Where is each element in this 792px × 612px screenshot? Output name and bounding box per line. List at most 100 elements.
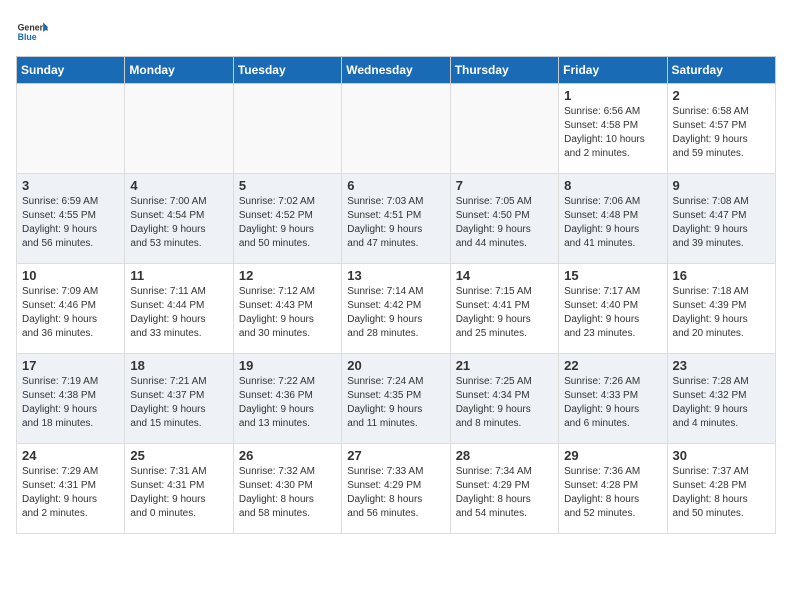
weekday-header-wednesday: Wednesday (342, 57, 450, 84)
day-number: 30 (673, 448, 770, 463)
day-info: Sunrise: 7:06 AM Sunset: 4:48 PM Dayligh… (564, 195, 661, 251)
day-info: Sunrise: 7:22 AM Sunset: 4:36 PM Dayligh… (239, 375, 336, 431)
weekday-header-monday: Monday (125, 57, 233, 84)
day-number: 24 (22, 448, 119, 463)
day-number: 11 (130, 268, 227, 283)
day-number: 22 (564, 358, 661, 373)
calendar-day-cell: 10Sunrise: 7:09 AM Sunset: 4:46 PM Dayli… (17, 264, 125, 354)
day-info: Sunrise: 7:32 AM Sunset: 4:30 PM Dayligh… (239, 465, 336, 521)
day-info: Sunrise: 7:29 AM Sunset: 4:31 PM Dayligh… (22, 465, 119, 521)
day-number: 5 (239, 178, 336, 193)
day-info: Sunrise: 6:56 AM Sunset: 4:58 PM Dayligh… (564, 105, 661, 161)
day-info: Sunrise: 7:14 AM Sunset: 4:42 PM Dayligh… (347, 285, 444, 341)
day-number: 20 (347, 358, 444, 373)
calendar-day-cell: 13 Sunrise: 7:14 AM Sunset: 4:42 PM Dayli… (342, 264, 450, 354)
logo-icon: General Blue (16, 16, 48, 48)
calendar-day-cell: 16 Sunrise: 7:18 AM Sunset: 4:39 PM Dayli… (667, 264, 775, 354)
calendar-day-cell: 15Sunrise: 7:17 AM Sunset: 4:40 PM Dayli… (559, 264, 667, 354)
calendar-day-cell: 26 Sunrise: 7:32 AM Sunset: 4:30 PM Dayli… (233, 444, 341, 534)
calendar-day-cell: 2Sunrise: 6:58 AM Sunset: 4:57 PM Daylig… (667, 84, 775, 174)
calendar-day-cell: 23 Sunrise: 7:28 AM Sunset: 4:32 PM Dayli… (667, 354, 775, 444)
day-info: Sunrise: 7:31 AM Sunset: 4:31 PM Dayligh… (130, 465, 227, 521)
day-number: 27 (347, 448, 444, 463)
calendar-week-row: 17 Sunrise: 7:19 AM Sunset: 4:38 PM Dayli… (17, 354, 776, 444)
day-info: Sunrise: 7:21 AM Sunset: 4:37 PM Dayligh… (130, 375, 227, 431)
calendar-day-cell: 18 Sunrise: 7:21 AM Sunset: 4:37 PM Dayli… (125, 354, 233, 444)
calendar-day-cell: 24 Sunrise: 7:29 AM Sunset: 4:31 PM Dayli… (17, 444, 125, 534)
day-number: 18 (130, 358, 227, 373)
calendar-day-cell: 28 Sunrise: 7:34 AM Sunset: 4:29 PM Dayli… (450, 444, 558, 534)
page-header: General Blue (16, 16, 776, 48)
day-info: Sunrise: 7:37 AM Sunset: 4:28 PM Dayligh… (673, 465, 770, 521)
day-number: 17 (22, 358, 119, 373)
weekday-header-thursday: Thursday (450, 57, 558, 84)
day-number: 28 (456, 448, 553, 463)
calendar-week-row: 24 Sunrise: 7:29 AM Sunset: 4:31 PM Dayli… (17, 444, 776, 534)
weekday-header-sunday: Sunday (17, 57, 125, 84)
day-number: 12 (239, 268, 336, 283)
day-number: 10 (22, 268, 119, 283)
calendar-day-cell: 14Sunrise: 7:15 AM Sunset: 4:41 PM Dayli… (450, 264, 558, 354)
calendar-day-cell: 6 Sunrise: 7:03 AM Sunset: 4:51 PM Daylig… (342, 174, 450, 264)
weekday-header-tuesday: Tuesday (233, 57, 341, 84)
day-number: 9 (673, 178, 770, 193)
day-info: Sunrise: 7:11 AM Sunset: 4:44 PM Dayligh… (130, 285, 227, 341)
day-info: Sunrise: 7:02 AM Sunset: 4:52 PM Dayligh… (239, 195, 336, 251)
day-info: Sunrise: 7:12 AM Sunset: 4:43 PM Dayligh… (239, 285, 336, 341)
calendar-day-cell: 4 Sunrise: 7:00 AM Sunset: 4:54 PM Daylig… (125, 174, 233, 264)
day-info: Sunrise: 6:59 AM Sunset: 4:55 PM Dayligh… (22, 195, 119, 251)
calendar-day-cell: 3 Sunrise: 6:59 AM Sunset: 4:55 PM Daylig… (17, 174, 125, 264)
calendar-day-cell: 30 Sunrise: 7:37 AM Sunset: 4:28 PM Dayli… (667, 444, 775, 534)
day-number: 15 (564, 268, 661, 283)
day-info: Sunrise: 7:03 AM Sunset: 4:51 PM Dayligh… (347, 195, 444, 251)
day-info: Sunrise: 7:34 AM Sunset: 4:29 PM Dayligh… (456, 465, 553, 521)
day-number: 6 (347, 178, 444, 193)
day-info: Sunrise: 7:18 AM Sunset: 4:39 PM Dayligh… (673, 285, 770, 341)
day-number: 21 (456, 358, 553, 373)
calendar-week-row: 10Sunrise: 7:09 AM Sunset: 4:46 PM Dayli… (17, 264, 776, 354)
calendar-week-row: 3 Sunrise: 6:59 AM Sunset: 4:55 PM Daylig… (17, 174, 776, 264)
day-number: 13 (347, 268, 444, 283)
day-number: 8 (564, 178, 661, 193)
day-info: Sunrise: 7:26 AM Sunset: 4:33 PM Dayligh… (564, 375, 661, 431)
calendar-day-cell: 17 Sunrise: 7:19 AM Sunset: 4:38 PM Dayli… (17, 354, 125, 444)
calendar-day-cell (125, 84, 233, 174)
calendar-day-cell (17, 84, 125, 174)
day-number: 1 (564, 88, 661, 103)
day-number: 3 (22, 178, 119, 193)
day-info: Sunrise: 7:36 AM Sunset: 4:28 PM Dayligh… (564, 465, 661, 521)
calendar-day-cell: 8 Sunrise: 7:06 AM Sunset: 4:48 PM Daylig… (559, 174, 667, 264)
day-number: 7 (456, 178, 553, 193)
calendar-day-cell (342, 84, 450, 174)
weekday-header-saturday: Saturday (667, 57, 775, 84)
calendar-day-cell: 9 Sunrise: 7:08 AM Sunset: 4:47 PM Daylig… (667, 174, 775, 264)
day-number: 23 (673, 358, 770, 373)
day-number: 4 (130, 178, 227, 193)
calendar-day-cell: 11 Sunrise: 7:11 AM Sunset: 4:44 PM Dayli… (125, 264, 233, 354)
calendar-day-cell: 27 Sunrise: 7:33 AM Sunset: 4:29 PM Dayli… (342, 444, 450, 534)
calendar-day-cell: 21Sunrise: 7:25 AM Sunset: 4:34 PM Dayli… (450, 354, 558, 444)
calendar-day-cell (233, 84, 341, 174)
calendar-day-cell: 19 Sunrise: 7:22 AM Sunset: 4:36 PM Dayli… (233, 354, 341, 444)
day-info: Sunrise: 7:00 AM Sunset: 4:54 PM Dayligh… (130, 195, 227, 251)
calendar-day-cell: 22 Sunrise: 7:26 AM Sunset: 4:33 PM Dayli… (559, 354, 667, 444)
calendar-day-cell: 5 Sunrise: 7:02 AM Sunset: 4:52 PM Daylig… (233, 174, 341, 264)
day-number: 16 (673, 268, 770, 283)
day-info: Sunrise: 7:15 AM Sunset: 4:41 PM Dayligh… (456, 285, 553, 341)
day-number: 26 (239, 448, 336, 463)
calendar-day-cell: 29 Sunrise: 7:36 AM Sunset: 4:28 PM Dayli… (559, 444, 667, 534)
day-info: Sunrise: 7:19 AM Sunset: 4:38 PM Dayligh… (22, 375, 119, 431)
weekday-header-friday: Friday (559, 57, 667, 84)
svg-text:Blue: Blue (18, 32, 37, 42)
calendar-table: SundayMondayTuesdayWednesdayThursdayFrid… (16, 56, 776, 534)
day-info: Sunrise: 7:33 AM Sunset: 4:29 PM Dayligh… (347, 465, 444, 521)
day-number: 19 (239, 358, 336, 373)
calendar-header-row: SundayMondayTuesdayWednesdayThursdayFrid… (17, 57, 776, 84)
day-number: 2 (673, 88, 770, 103)
calendar-day-cell (450, 84, 558, 174)
day-info: Sunrise: 7:08 AM Sunset: 4:47 PM Dayligh… (673, 195, 770, 251)
calendar-day-cell: 7Sunrise: 7:05 AM Sunset: 4:50 PM Daylig… (450, 174, 558, 264)
day-number: 25 (130, 448, 227, 463)
day-number: 29 (564, 448, 661, 463)
day-info: Sunrise: 7:28 AM Sunset: 4:32 PM Dayligh… (673, 375, 770, 431)
